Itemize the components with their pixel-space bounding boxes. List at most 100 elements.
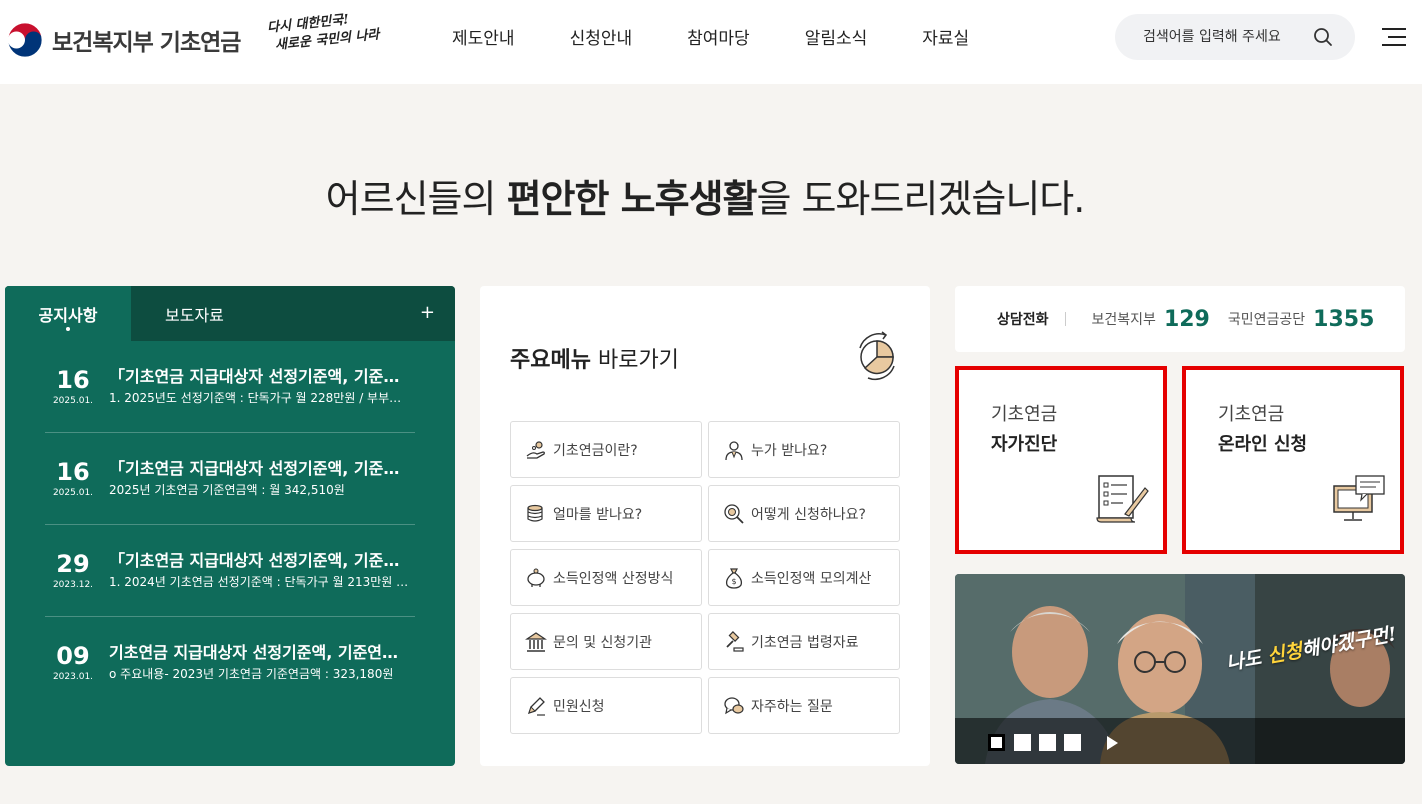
notice-year-month: 2023.12. [52,579,94,590]
computer-chat-icon [1333,475,1385,521]
magnifier-coin-icon [724,503,744,524]
notice-summary: 1. 2025년도 선정기준액 : 단독가구 월 228만원 / 부부가구 월 … [109,390,409,405]
banner-copy-highlight: 신청 [1265,639,1304,668]
taegeuk-emblem-icon [6,21,44,59]
online-apply-card[interactable]: 기초연금 온라인 신청 [1182,366,1404,554]
headline-post: 을 도와드리겠습니다. [756,177,1086,221]
quick-income-simulate[interactable]: $ 소득인정액 모의계산 [708,549,900,606]
slogan: 다시 대한민국! 새로운 국민의 나라 [266,8,381,56]
quick-how-much[interactable]: 얼마를 받나요? [510,485,702,542]
quick-faq[interactable]: 자주하는 질문 [708,677,900,734]
slide-dot-2[interactable] [1014,734,1031,751]
notice-year-month: 2025.01. [52,487,94,498]
phone-number-mohw[interactable]: 129 [1164,307,1210,332]
quick-label: 자주하는 질문 [751,698,833,715]
quick-label: 얼마를 받나요? [553,506,643,523]
card-line1: 기초연금 [1218,404,1285,425]
notice-date: 09 2023.01. [41,642,105,684]
promo-banner[interactable]: 나도 신청해야겠구먼! [955,574,1405,764]
slide-dot-3[interactable] [1039,734,1056,751]
notice-title: 「기초연금 지급대상자 선정기준액, 기준연금액 고시」 [109,366,409,386]
quick-label: 기초연금이란? [553,442,638,459]
quick-title-rest: 바로가기 [590,348,679,373]
divider [1064,312,1066,326]
notice-day: 29 [56,549,90,578]
tab-press[interactable]: 보도자료 [131,286,257,341]
quick-menu-panel: 주요메뉴 바로가기 기초연금이란? 누가 받나요? 얼마를 받나요? 어떻게 신… [480,286,930,766]
phone-label: 상담전화 [997,312,1049,328]
notice-panel: 공지사항 보도자료 + 16 2025.01. 「기초연금 지급대상자 선정기준… [5,286,455,766]
search-box [1115,14,1355,60]
page-headline: 어르신들의 편안한 노후생활을 도와드리겠습니다. [0,168,1410,223]
hand-coin-icon [526,440,545,459]
quick-label: 문의 및 신청기관 [553,634,653,651]
phone-org-mohw: 보건복지부 [1091,312,1156,328]
notice-item[interactable]: 16 2025.01. 「기초연금 지급대상자 선정기준액, 기준연금액 고시」… [45,433,415,525]
checklist-document-icon [1096,475,1149,523]
quick-menu-title: 주요메뉴 바로가기 [510,342,679,374]
notice-text: 「기초연금 지급대상자 선정기준액, 기준연금액 고시」 2025년 기초연금 … [109,458,409,500]
notice-item[interactable]: 09 2023.01. 기초연금 지급대상자 선정기준액, 기준연금액 고시 안… [45,617,415,709]
notice-date: 16 2025.01. [41,366,105,408]
main-nav: 제도안내 신청안내 참여마당 알림소식 자료실 [452,24,1024,49]
quick-what-is-pension[interactable]: 기초연금이란? [510,421,702,478]
quick-title-bold: 주요메뉴 [510,348,591,373]
notice-item[interactable]: 29 2023.12. 「기초연금 지급대상자 선정기준액, 기준연금액 고시」… [45,525,415,617]
quick-menu-grid: 기초연금이란? 누가 받나요? 얼마를 받나요? 어떻게 신청하나요? 소득인정… [510,421,900,734]
card-line2: 온라인 신청 [1218,434,1308,455]
piggy-bank-icon [527,568,545,587]
nav-news[interactable]: 알림소식 [805,24,868,49]
notice-day: 09 [56,642,90,670]
header: 보건복지부 기초연금 다시 대한민국! 새로운 국민의 나라 제도안내 신청안내… [0,0,1422,84]
pen-icon [527,696,545,716]
building-icon [525,631,547,652]
svg-text:$: $ [731,577,736,586]
notice-text: 「기초연금 지급대상자 선정기준액, 기준연금액 고시」 1. 2024년 기초… [109,550,409,592]
notice-summary: 2025년 기초연금 기준연금액 : 월 342,510원 [109,482,345,497]
play-icon[interactable] [1107,736,1118,750]
notice-title: 「기초연금 지급대상자 선정기준액, 기준연금액 고시」 [109,550,409,570]
nav-archive[interactable]: 자료실 [922,24,969,49]
notice-title: 기초연금 지급대상자 선정기준액, 기준연금액 고시 안내 [109,643,409,662]
quick-label: 소득인정액 모의계산 [751,570,872,587]
quick-inquiry-office[interactable]: 문의 및 신청기관 [510,613,702,670]
slide-dot-1[interactable] [988,734,1005,751]
notice-day: 16 [56,365,90,394]
card-line2: 자가진단 [991,434,1058,455]
quick-label: 민원신청 [553,698,605,715]
notice-item[interactable]: 16 2025.01. 「기초연금 지급대상자 선정기준액, 기준연금액 고시」… [45,341,415,433]
gavel-icon [726,630,744,652]
logo-text: 보건복지부 기초연금 [52,30,241,56]
notice-year-month: 2023.01. [52,672,94,682]
search-input[interactable] [1141,28,1301,46]
notice-year-month: 2025.01. [52,395,94,406]
phone-info: 상담전화 보건복지부 129 국민연금공단 1355 [955,286,1405,352]
tab-notice[interactable]: 공지사항 [5,286,131,341]
hamburger-menu-icon[interactable] [1382,28,1406,48]
more-plus-icon[interactable]: + [420,302,435,323]
quick-how-to-apply[interactable]: 어떻게 신청하나요? [708,485,900,542]
nav-participation[interactable]: 참여마당 [687,24,750,49]
self-check-card[interactable]: 기초연금 자가진단 [955,366,1167,554]
phone-org-nps: 국민연금공단 [1227,312,1306,328]
quick-who-receives[interactable]: 누가 받나요? [708,421,900,478]
quick-law-data[interactable]: 기초연금 법령자료 [708,613,900,670]
headline-pre: 어르신들의 [325,177,507,221]
card-line1: 기초연금 [991,404,1058,425]
chat-icon [724,696,744,714]
nav-apply-guide[interactable]: 신청안내 [570,24,633,49]
notice-summary: 1. 2024년 기초연금 선정기준액 : 단독가구 월 213만원 / 부부가… [109,574,409,589]
notice-title: 「기초연금 지급대상자 선정기준액, 기준연금액 고시」 [109,458,409,478]
notice-day: 16 [56,457,90,486]
notice-date: 16 2025.01. [41,458,105,500]
quick-income-method[interactable]: 소득인정액 산정방식 [510,549,702,606]
quick-civil-request[interactable]: 민원신청 [510,677,702,734]
phone-number-nps[interactable]: 1355 [1313,307,1374,332]
search-icon[interactable] [1313,27,1333,47]
quick-label: 소득인정액 산정방식 [553,570,674,587]
quick-label: 어떻게 신청하나요? [751,506,866,523]
coin-stack-icon [527,504,543,522]
slide-dot-4[interactable] [1064,734,1081,751]
site-logo[interactable]: 보건복지부 기초연금 [6,20,241,60]
nav-system-guide[interactable]: 제도안내 [452,24,515,49]
